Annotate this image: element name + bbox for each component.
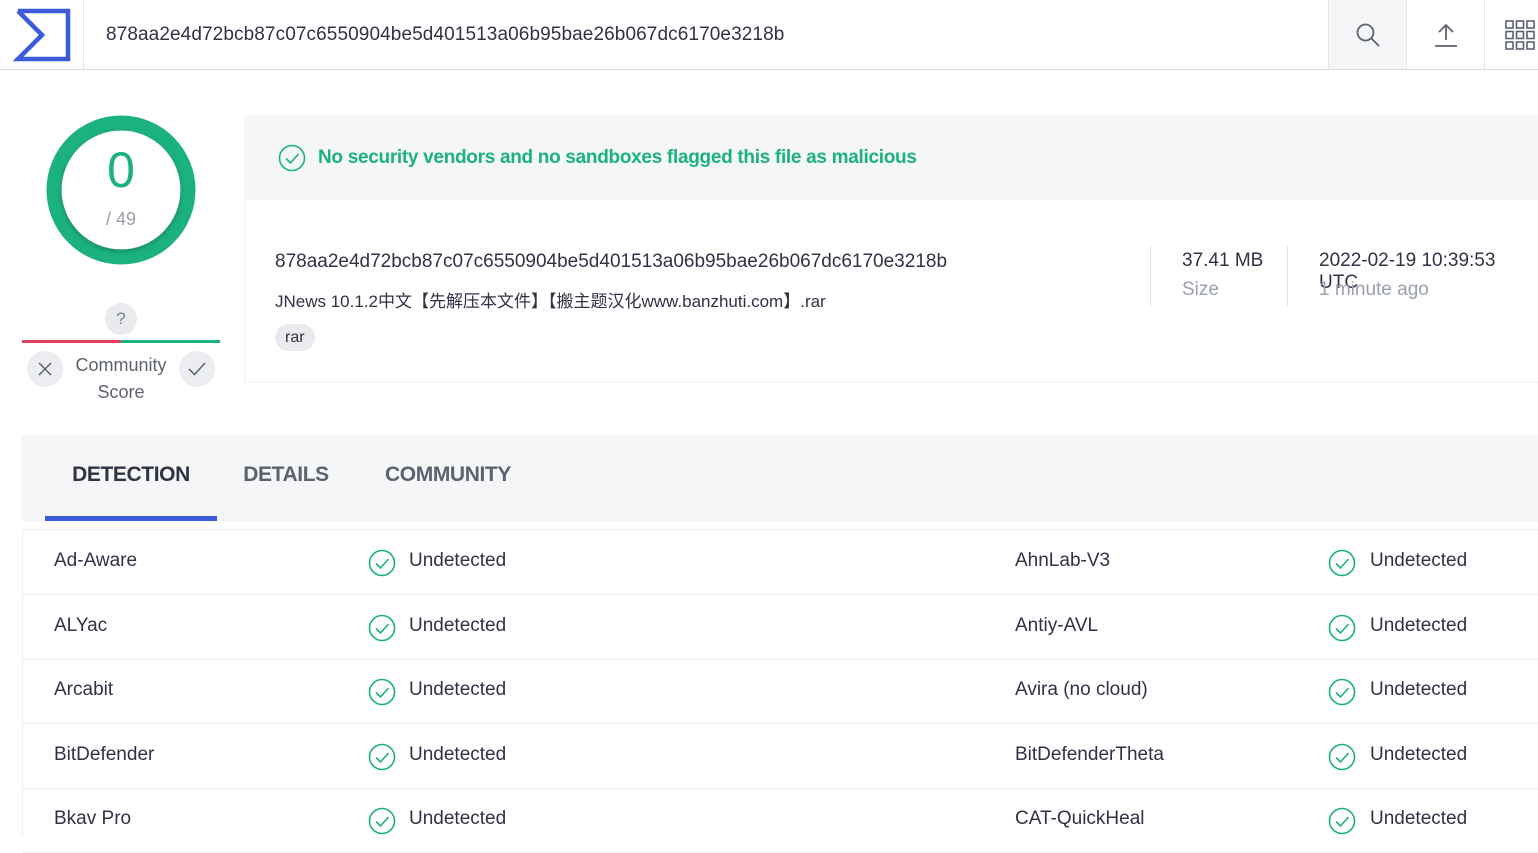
detection-score: 0 / 49 — [46, 115, 196, 265]
divider — [1287, 246, 1288, 306]
detections-table: Ad-Aware Undetected AhnLab-V3 Undetected ALY… — [22, 529, 1538, 853]
tab-detection[interactable]: DETECTION — [45, 435, 217, 521]
undetected-check-icon — [1328, 678, 1356, 711]
table-row: Arcabit Undetected Avira (no cloud) Undetec… — [23, 659, 1538, 724]
table-row: ALYac Undetected Antiy-AVL Undetected — [23, 595, 1538, 660]
undetected-check-icon — [368, 678, 396, 711]
community-bar-malicious — [22, 340, 121, 343]
check-circle-icon — [278, 144, 306, 171]
undetected-check-icon — [368, 807, 396, 840]
tab-details[interactable]: DETAILS — [232, 435, 340, 521]
score-total: / 49 — [105, 209, 137, 229]
logo[interactable] — [0, 0, 84, 69]
table-row: BitDefender Undetected BitDefenderTheta Und… — [23, 724, 1538, 789]
file-type-tag[interactable]: rar — [275, 324, 315, 351]
vote-malicious-button[interactable] — [27, 351, 63, 387]
divider — [1150, 246, 1151, 306]
vendor-name: CAT-QuickHeal — [1015, 808, 1145, 829]
scan-date-relative: 1 minute ago — [1319, 279, 1429, 300]
undetected-check-icon — [368, 743, 396, 776]
undetected-check-icon — [1328, 807, 1356, 840]
detection-result: Undetected — [409, 808, 507, 829]
file-hash[interactable]: 878aa2e4d72bcb87c07c6550904be5d401513a06… — [275, 251, 947, 273]
vendor-name: AhnLab-V3 — [1015, 550, 1111, 571]
undetected-check-icon — [1328, 549, 1356, 582]
check-icon — [188, 362, 206, 376]
sigma-logo-icon — [12, 8, 70, 61]
search-icon — [1356, 23, 1380, 47]
score-detections: 0 — [107, 142, 135, 198]
detection-result: Undetected — [1370, 679, 1468, 700]
search-button[interactable] — [1328, 0, 1406, 69]
vote-harmless-button[interactable] — [179, 351, 215, 387]
undetected-check-icon — [1328, 614, 1356, 647]
upload-icon — [1434, 23, 1457, 47]
undetected-check-icon — [368, 614, 396, 647]
active-tab-indicator — [45, 516, 217, 521]
close-icon — [38, 362, 52, 376]
vendor-name: Arcabit — [54, 679, 114, 700]
vendor-name: Bkav Pro — [54, 808, 132, 829]
file-name: JNews 10.1.2中文【先解压本文件】【搬主题汉化www.banzhuti… — [275, 292, 826, 311]
vendor-name: Avira (no cloud) — [1015, 679, 1148, 700]
apps-menu-button[interactable] — [1484, 0, 1538, 69]
community-bar-harmless — [121, 340, 220, 343]
undetected-check-icon — [368, 549, 396, 582]
detection-result: Undetected — [409, 550, 507, 571]
search-input[interactable]: 878aa2e4d72bcb87c07c6550904be5d401513a06… — [84, 0, 1328, 69]
search-value: 878aa2e4d72bcb87c07c6550904be5d401513a06… — [106, 23, 785, 45]
community-score-value: ? — [105, 303, 137, 335]
tab-community[interactable]: COMMUNITY — [372, 435, 524, 521]
detection-result: Undetected — [409, 743, 507, 765]
community-score: ? Community Score — [22, 300, 220, 410]
vendor-name: ALYac — [54, 614, 108, 636]
table-row: Bkav Pro Undetected CAT-QuickHeal Undetecte… — [23, 788, 1538, 853]
tab-bar: DETECTION DETAILS COMMUNITY — [22, 435, 1538, 521]
table-row: Ad-Aware Undetected AhnLab-V3 Undetected — [23, 530, 1538, 595]
detection-result: Undetected — [1370, 614, 1468, 636]
undetected-check-icon — [1328, 743, 1356, 776]
vendor-name: Ad-Aware — [54, 550, 138, 571]
detection-result: Undetected — [1370, 743, 1468, 765]
vendor-name: Antiy-AVL — [1015, 614, 1099, 636]
apps-grid-icon — [1505, 19, 1535, 50]
file-size-value: 37.41 MB — [1182, 250, 1264, 271]
verdict-text: No security vendors and no sandboxes fla… — [318, 146, 917, 168]
detection-result: Undetected — [409, 679, 507, 700]
top-bar: 878aa2e4d72bcb87c07c6550904be5d401513a06… — [0, 0, 1538, 70]
verdict-banner: No security vendors and no sandboxes fla… — [244, 115, 1538, 200]
file-info-card: 878aa2e4d72bcb87c07c6550904be5d401513a06… — [244, 200, 1538, 383]
vendor-name: BitDefenderTheta — [1015, 743, 1164, 765]
detection-result: Undetected — [409, 614, 507, 636]
detection-result: Undetected — [1370, 550, 1468, 571]
community-score-label: Community Score — [75, 355, 167, 402]
vendor-name: BitDefender — [54, 743, 155, 765]
file-size-label: Size — [1182, 279, 1219, 300]
detection-result: Undetected — [1370, 808, 1468, 829]
upload-button[interactable] — [1406, 0, 1484, 69]
